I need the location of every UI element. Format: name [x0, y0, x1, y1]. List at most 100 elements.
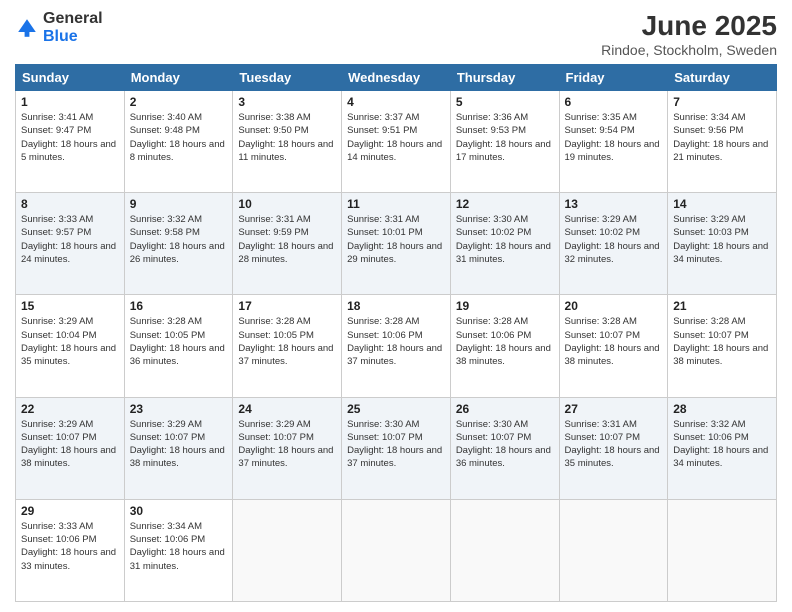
table-row: 22Sunrise: 3:29 AMSunset: 10:07 PMDaylig… [16, 397, 125, 499]
table-row: 23Sunrise: 3:29 AMSunset: 10:07 PMDaylig… [124, 397, 233, 499]
col-saturday: Saturday [668, 65, 777, 91]
day-info: Sunrise: 3:41 AMSunset: 9:47 PMDaylight:… [21, 111, 119, 164]
day-number: 27 [565, 402, 663, 416]
day-number: 18 [347, 299, 445, 313]
day-info: Sunrise: 3:34 AMSunset: 10:06 PMDaylight… [130, 520, 228, 573]
day-number: 30 [130, 504, 228, 518]
day-info: Sunrise: 3:29 AMSunset: 10:03 PMDaylight… [673, 213, 771, 266]
day-info: Sunrise: 3:28 AMSunset: 10:05 PMDaylight… [130, 315, 228, 368]
table-row: 27 Sunrise: 3:31 AMSunset: 10:07 PMDaylig… [559, 397, 668, 499]
col-friday: Friday [559, 65, 668, 91]
day-number: 10 [238, 197, 336, 211]
table-row: 30 Sunrise: 3:34 AMSunset: 10:06 PMDaylig… [124, 499, 233, 601]
day-info: Sunrise: 3:32 AMSunset: 9:58 PMDaylight:… [130, 213, 228, 266]
day-info: Sunrise: 3:32 AMSunset: 10:06 PMDaylight… [673, 418, 771, 471]
table-row: 20 Sunrise: 3:28 AMSunset: 10:07 PMDaylig… [559, 295, 668, 397]
day-info: Sunrise: 3:33 AMSunset: 10:06 PMDaylight… [21, 520, 119, 573]
calendar-header-row: Sunday Monday Tuesday Wednesday Thursday… [16, 65, 777, 91]
table-row [342, 499, 451, 601]
table-row: 24Sunrise: 3:29 AMSunset: 10:07 PMDaylig… [233, 397, 342, 499]
day-number: 11 [347, 197, 445, 211]
day-number: 3 [238, 95, 336, 109]
table-row: 9Sunrise: 3:32 AMSunset: 9:58 PMDaylight… [124, 193, 233, 295]
logo-blue: Blue [43, 28, 78, 45]
table-row: 21 Sunrise: 3:28 AMSunset: 10:07 PMDaylig… [668, 295, 777, 397]
table-row: 26Sunrise: 3:30 AMSunset: 10:07 PMDaylig… [450, 397, 559, 499]
day-info: Sunrise: 3:40 AMSunset: 9:48 PMDaylight:… [130, 111, 228, 164]
table-row: 17 Sunrise: 3:28 AMSunset: 10:05 PMDaylig… [233, 295, 342, 397]
day-info: Sunrise: 3:28 AMSunset: 10:06 PMDaylight… [456, 315, 554, 368]
col-thursday: Thursday [450, 65, 559, 91]
day-info: Sunrise: 3:29 AMSunset: 10:07 PMDaylight… [130, 418, 228, 471]
table-row [668, 499, 777, 601]
day-info: Sunrise: 3:28 AMSunset: 10:06 PMDaylight… [347, 315, 445, 368]
day-number: 7 [673, 95, 771, 109]
subtitle: Rindoe, Stockholm, Sweden [601, 42, 777, 58]
day-info: Sunrise: 3:35 AMSunset: 9:54 PMDaylight:… [565, 111, 663, 164]
day-number: 4 [347, 95, 445, 109]
day-number: 16 [130, 299, 228, 313]
page: General Blue June 2025 Rindoe, Stockholm… [0, 0, 792, 612]
day-number: 20 [565, 299, 663, 313]
table-row: 2 Sunrise: 3:40 AMSunset: 9:48 PMDaylight… [124, 91, 233, 193]
table-row: 19 Sunrise: 3:28 AMSunset: 10:06 PMDaylig… [450, 295, 559, 397]
day-info: Sunrise: 3:28 AMSunset: 10:07 PMDaylight… [673, 315, 771, 368]
table-row: 6 Sunrise: 3:35 AMSunset: 9:54 PMDaylight… [559, 91, 668, 193]
calendar: Sunday Monday Tuesday Wednesday Thursday… [15, 64, 777, 602]
col-monday: Monday [124, 65, 233, 91]
day-info: Sunrise: 3:30 AMSunset: 10:07 PMDaylight… [456, 418, 554, 471]
col-tuesday: Tuesday [233, 65, 342, 91]
day-info: Sunrise: 3:37 AMSunset: 9:51 PMDaylight:… [347, 111, 445, 164]
title-area: June 2025 Rindoe, Stockholm, Sweden [601, 10, 777, 58]
table-row [233, 499, 342, 601]
table-row [559, 499, 668, 601]
table-row: 11 Sunrise: 3:31 AMSunset: 10:01 PMDaylig… [342, 193, 451, 295]
day-info: Sunrise: 3:31 AMSunset: 9:59 PMDaylight:… [238, 213, 336, 266]
day-number: 29 [21, 504, 119, 518]
calendar-week-row: 29 Sunrise: 3:33 AMSunset: 10:06 PMDaylig… [16, 499, 777, 601]
logo-general: General [43, 10, 103, 27]
day-info: Sunrise: 3:29 AMSunset: 10:02 PMDaylight… [565, 213, 663, 266]
table-row: 28Sunrise: 3:32 AMSunset: 10:06 PMDaylig… [668, 397, 777, 499]
day-number: 15 [21, 299, 119, 313]
table-row: 7Sunrise: 3:34 AMSunset: 9:56 PMDaylight… [668, 91, 777, 193]
calendar-week-row: 15 Sunrise: 3:29 AMSunset: 10:04 PMDaylig… [16, 295, 777, 397]
col-wednesday: Wednesday [342, 65, 451, 91]
day-info: Sunrise: 3:36 AMSunset: 9:53 PMDaylight:… [456, 111, 554, 164]
day-info: Sunrise: 3:28 AMSunset: 10:07 PMDaylight… [565, 315, 663, 368]
table-row: 29 Sunrise: 3:33 AMSunset: 10:06 PMDaylig… [16, 499, 125, 601]
day-info: Sunrise: 3:31 AMSunset: 10:01 PMDaylight… [347, 213, 445, 266]
col-sunday: Sunday [16, 65, 125, 91]
table-row: 10 Sunrise: 3:31 AMSunset: 9:59 PMDayligh… [233, 193, 342, 295]
day-info: Sunrise: 3:28 AMSunset: 10:05 PMDaylight… [238, 315, 336, 368]
day-info: Sunrise: 3:31 AMSunset: 10:07 PMDaylight… [565, 418, 663, 471]
day-info: Sunrise: 3:29 AMSunset: 10:04 PMDaylight… [21, 315, 119, 368]
day-number: 12 [456, 197, 554, 211]
table-row: 25 Sunrise: 3:30 AMSunset: 10:07 PMDaylig… [342, 397, 451, 499]
day-number: 14 [673, 197, 771, 211]
day-number: 24 [238, 402, 336, 416]
table-row: 3Sunrise: 3:38 AMSunset: 9:50 PMDaylight… [233, 91, 342, 193]
table-row: 8Sunrise: 3:33 AMSunset: 9:57 PMDaylight… [16, 193, 125, 295]
day-info: Sunrise: 3:30 AMSunset: 10:07 PMDaylight… [347, 418, 445, 471]
calendar-week-row: 1Sunrise: 3:41 AMSunset: 9:47 PMDaylight… [16, 91, 777, 193]
day-number: 5 [456, 95, 554, 109]
month-title: June 2025 [601, 10, 777, 42]
day-info: Sunrise: 3:29 AMSunset: 10:07 PMDaylight… [21, 418, 119, 471]
logo-icon [15, 16, 39, 40]
calendar-week-row: 22Sunrise: 3:29 AMSunset: 10:07 PMDaylig… [16, 397, 777, 499]
table-row: 15 Sunrise: 3:29 AMSunset: 10:04 PMDaylig… [16, 295, 125, 397]
day-number: 17 [238, 299, 336, 313]
day-number: 13 [565, 197, 663, 211]
table-row: 1Sunrise: 3:41 AMSunset: 9:47 PMDaylight… [16, 91, 125, 193]
table-row: 13 Sunrise: 3:29 AMSunset: 10:02 PMDaylig… [559, 193, 668, 295]
day-number: 8 [21, 197, 119, 211]
table-row: 5 Sunrise: 3:36 AMSunset: 9:53 PMDaylight… [450, 91, 559, 193]
day-number: 19 [456, 299, 554, 313]
table-row: 4 Sunrise: 3:37 AMSunset: 9:51 PMDaylight… [342, 91, 451, 193]
day-number: 6 [565, 95, 663, 109]
day-number: 2 [130, 95, 228, 109]
day-number: 21 [673, 299, 771, 313]
table-row: 16 Sunrise: 3:28 AMSunset: 10:05 PMDaylig… [124, 295, 233, 397]
day-number: 25 [347, 402, 445, 416]
